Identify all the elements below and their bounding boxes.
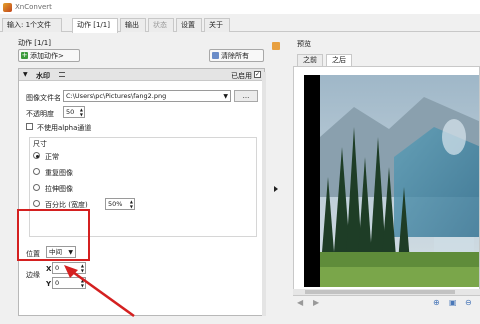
preview-tab-before[interactable]: 之前 [297,54,323,66]
x-label: X [46,265,52,273]
fit-view-icon[interactable]: ▣ [449,298,457,308]
clear-all-button[interactable]: 清除所有 [209,49,264,62]
preview-scroll-thumb[interactable] [305,290,455,294]
image-file-dropdown[interactable]: C:\Users\pc\Pictures\fang2.png ▼ [63,90,231,102]
plus-icon: + [21,51,28,59]
opacity-label: 不透明度 [26,110,54,118]
actions-scrollbar[interactable] [262,72,266,316]
spin-arrows-icon[interactable]: ▲ ▼ [80,107,83,117]
menu-icon[interactable] [59,72,65,77]
size-normal-label: 正常 [45,153,59,161]
app-logo-icon [3,2,12,12]
clear-all-label: 清除所有 [221,51,249,60]
percent-stepper[interactable]: 50% ▲ ▼ [105,198,135,210]
opacity-value: 50 [66,108,75,116]
alpha-label: 不使用alpha通道 [37,124,92,132]
alpha-checkbox[interactable] [26,123,33,130]
actions-section-label: 动作 [1/1] [18,39,51,47]
tab-actions[interactable]: 动作 [1/1] [72,18,118,33]
preview-scrollbar[interactable] [293,289,480,295]
next-icon[interactable]: ▶ [313,298,319,308]
window-title: XnConvert [15,3,52,11]
y-label: Y [46,280,52,288]
spin-arrows-icon[interactable]: ▲ ▼ [130,199,133,209]
preview-label: 预览 [297,40,311,48]
preview-image-area [293,66,480,296]
y-value: 0 [55,279,60,287]
watermark-action-panel: ▼ 水印 已启用 ✓ 图像文件名 C:\Users\pc\Pictures\fa… [18,68,265,316]
expand-arrow-icon[interactable] [274,186,278,192]
size-percent-radio[interactable] [33,200,40,207]
size-normal-radio[interactable] [33,152,40,159]
tab-about[interactable]: 关于 [204,18,230,32]
image-file-label: 图像文件名 [26,94,61,102]
enabled-label: 已启用 [231,72,252,80]
image-file-value: C:\Users\pc\Pictures\fang2.png [66,92,167,100]
preview-toolbar: ◀ ▶ ⊕ ▣ ⊖ [293,298,480,310]
zoom-in-icon[interactable]: ⊕ [433,298,440,308]
panel-grip-icon[interactable] [272,42,280,50]
title-bar: XnConvert [0,0,480,14]
size-group-label: 尺寸 [33,140,47,148]
collapse-arrow-icon[interactable]: ▼ [23,71,28,78]
annotation-arrow-icon [64,265,135,318]
tab-output[interactable]: 输出 [120,18,146,32]
browse-button[interactable]: ... [234,90,258,102]
clear-icon [212,52,219,59]
size-stretch-label: 拉伸图像 [45,185,73,193]
zoom-out-icon[interactable]: ⊖ [465,298,472,308]
tab-status[interactable]: 状态 [148,18,174,32]
tab-input[interactable]: 输入: 1个文件 [2,18,62,32]
size-stretch-radio[interactable] [33,184,40,191]
opacity-stepper[interactable]: 50 ▲ ▼ [63,106,85,118]
tab-settings[interactable]: 设置 [176,18,202,32]
percent-value: 50% [108,200,123,208]
dropdown-arrow-icon: ▼ [223,93,228,100]
margin-label: 边缘 [26,271,40,279]
action-name: 水印 [36,72,50,80]
annotation-highlight-box [17,209,90,261]
size-repeat-radio[interactable] [33,168,40,175]
add-action-label: 添加动作> [30,51,64,60]
size-repeat-label: 重复图像 [45,169,73,177]
previous-icon[interactable]: ◀ [297,298,303,308]
main-tab-bar: 输入: 1个文件 动作 [1/1] 输出 状态 设置 关于 [0,18,480,33]
enabled-checkbox[interactable]: ✓ [254,71,261,78]
x-value: 0 [55,264,60,272]
add-action-button[interactable]: + 添加动作> [18,49,80,62]
preview-image [294,67,479,295]
action-header[interactable]: ▼ 水印 已启用 ✓ [19,69,264,81]
